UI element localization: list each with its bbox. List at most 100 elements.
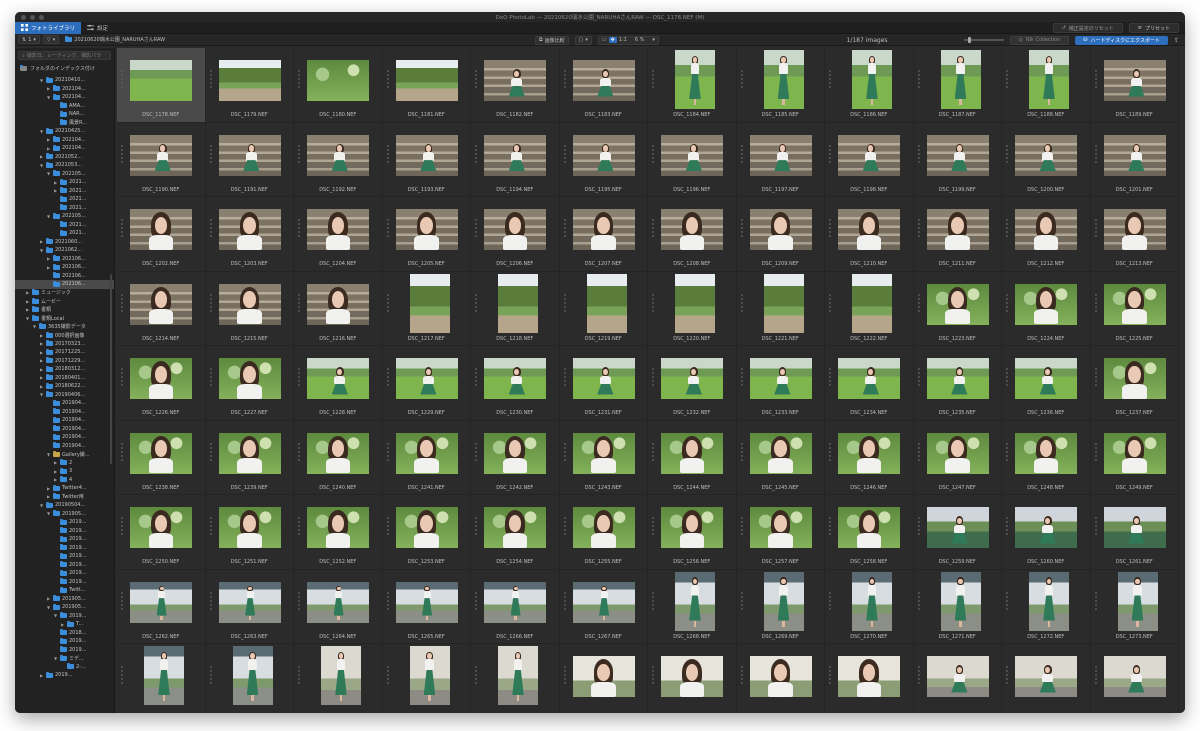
folder-tree-item[interactable]: 2019... [15, 569, 114, 578]
star-icon[interactable] [563, 223, 566, 225]
star-icon[interactable] [209, 74, 212, 76]
star-icon[interactable] [563, 458, 566, 461]
star-icon[interactable] [740, 297, 743, 300]
chevron-right-icon[interactable]: ▶ [46, 146, 51, 151]
star-icon[interactable] [475, 517, 477, 519]
star-icon[interactable] [475, 529, 477, 531]
star-icon[interactable] [298, 223, 300, 225]
star-icon[interactable] [475, 674, 477, 676]
star-icon[interactable] [121, 301, 123, 304]
star-icon[interactable] [121, 297, 123, 300]
tab-photo-library[interactable]: フォトライブラリ [15, 21, 82, 34]
star-icon[interactable] [652, 525, 654, 527]
folder-tree-item[interactable]: 201904... [15, 408, 114, 417]
star-icon[interactable] [563, 82, 566, 84]
thumbnail-cell[interactable]: DSC_1226.NEF [117, 346, 206, 421]
star-icon[interactable] [563, 384, 566, 386]
photo-thumbnail[interactable] [130, 507, 192, 548]
star-icon[interactable] [1094, 678, 1097, 680]
photo-thumbnail[interactable] [749, 134, 812, 176]
star-icon[interactable] [1006, 70, 1008, 72]
photo-thumbnail[interactable] [144, 646, 184, 705]
rating-stars[interactable] [917, 591, 920, 610]
star-icon[interactable] [209, 293, 212, 296]
star-icon[interactable] [298, 682, 300, 684]
star-icon[interactable] [475, 227, 477, 229]
star-icon[interactable] [475, 305, 477, 308]
thumbnail-cell[interactable]: DSC_1206.NEF [471, 197, 560, 272]
star-icon[interactable] [1094, 595, 1097, 598]
thumbnail-cell[interactable]: DSC_1225.NEF [1090, 271, 1179, 346]
star-icon[interactable] [475, 599, 477, 602]
star-icon[interactable] [121, 682, 123, 684]
thumbnail-cell[interactable]: DSC_1263.NEF [205, 569, 294, 644]
photo-thumbnail[interactable] [763, 571, 804, 631]
rating-stars[interactable] [740, 666, 743, 684]
rating-stars[interactable] [917, 442, 920, 461]
thumbnail-cell[interactable]: DSC_1204.NEF [294, 197, 383, 272]
star-icon[interactable] [652, 82, 654, 84]
star-icon[interactable] [298, 78, 300, 80]
star-icon[interactable] [475, 223, 477, 225]
rating-stars[interactable] [386, 517, 389, 535]
star-icon[interactable] [475, 219, 477, 221]
thumbnail-cell[interactable] [560, 644, 648, 713]
move-icon[interactable]: ✥ [608, 37, 617, 43]
star-icon[interactable] [298, 454, 300, 457]
thumbnail-cell[interactable] [1091, 644, 1179, 713]
photo-thumbnail[interactable] [572, 134, 635, 176]
star-icon[interactable] [740, 384, 743, 386]
rating-stars[interactable] [298, 293, 300, 312]
star-icon[interactable] [1006, 235, 1008, 237]
star-icon[interactable] [1006, 305, 1008, 308]
star-icon[interactable] [1006, 368, 1008, 370]
photo-thumbnail[interactable] [395, 209, 458, 250]
folder-tree-item[interactable]: 202106... [15, 280, 114, 289]
star-icon[interactable] [121, 607, 123, 610]
photo-thumbnail[interactable] [1103, 432, 1166, 474]
thumbnail-cell[interactable]: DSC_1243.NEF [559, 420, 648, 495]
chevron-right-icon[interactable]: ▶ [46, 256, 51, 261]
chevron-right-icon[interactable]: ▶ [60, 622, 65, 627]
star-icon[interactable] [740, 144, 743, 147]
star-icon[interactable] [1094, 219, 1097, 221]
rating-stars[interactable] [740, 368, 743, 386]
star-icon[interactable] [917, 458, 920, 461]
photo-thumbnail[interactable] [1117, 571, 1158, 631]
star-icon[interactable] [475, 591, 477, 594]
folder-tree-item[interactable]: 2019... [15, 552, 114, 561]
rating-stars[interactable] [917, 293, 920, 312]
photo-thumbnail[interactable] [218, 209, 281, 250]
rating-stars[interactable] [209, 219, 212, 237]
star-icon[interactable] [475, 442, 477, 445]
rating-stars[interactable] [563, 219, 566, 237]
thumbnail-cell[interactable]: DSC_1229.NEF [382, 346, 471, 421]
folder-tree-item[interactable]: 2019... [15, 527, 114, 536]
star-icon[interactable] [1006, 231, 1008, 233]
star-icon[interactable] [121, 384, 123, 386]
photo-thumbnail[interactable] [498, 273, 538, 333]
star-icon[interactable] [829, 86, 831, 88]
chevron-right-icon[interactable]: ▶ [25, 290, 30, 295]
star-icon[interactable] [1006, 372, 1008, 374]
star-icon[interactable] [917, 442, 920, 445]
chevron-right-icon[interactable]: ▶ [25, 307, 30, 312]
folder-tree-item[interactable]: ▶ 2021... [15, 187, 114, 196]
rating-stars[interactable] [563, 293, 566, 312]
folder-tree-item[interactable]: 2019... [15, 646, 114, 655]
chevron-right-icon[interactable]: ▶ [53, 180, 58, 185]
folder-tree-item[interactable]: 201904... [15, 433, 114, 442]
star-icon[interactable] [386, 517, 389, 519]
rating-stars[interactable] [298, 219, 300, 237]
photo-thumbnail[interactable] [838, 656, 900, 697]
photo-thumbnail[interactable] [218, 581, 281, 623]
folder-tree-item[interactable]: ▼ 20190504... [15, 501, 114, 510]
star-icon[interactable] [386, 219, 389, 221]
rating-stars[interactable] [829, 293, 831, 312]
star-icon[interactable] [917, 227, 920, 229]
photo-thumbnail[interactable] [395, 507, 458, 548]
star-icon[interactable] [1094, 454, 1097, 457]
photo-thumbnail[interactable] [586, 273, 627, 333]
star-icon[interactable] [829, 148, 831, 151]
chevron-right-icon[interactable]: ▶ [39, 350, 44, 355]
